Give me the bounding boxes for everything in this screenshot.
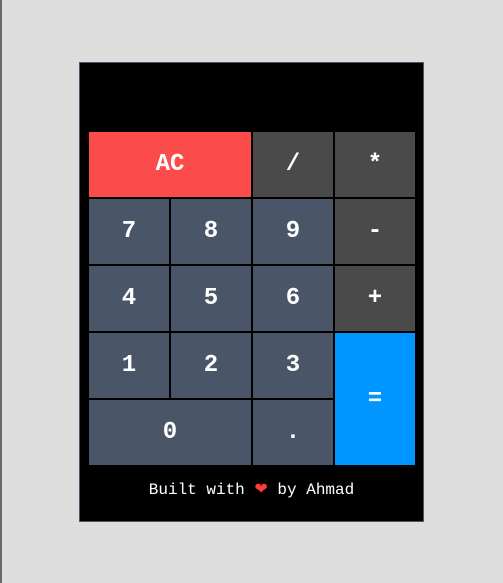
equals-button[interactable]: = <box>335 333 415 465</box>
footer-author: by Ahmad <box>277 481 355 499</box>
digit-7-button[interactable]: 7 <box>89 199 169 264</box>
subtract-button[interactable]: - <box>335 199 415 264</box>
window-edge <box>0 0 2 583</box>
footer-credit: Built with ❤ by Ahmad <box>80 471 423 507</box>
digit-1-button[interactable]: 1 <box>89 333 169 398</box>
clear-button[interactable]: AC <box>89 132 251 197</box>
digit-8-button[interactable]: 8 <box>171 199 251 264</box>
calculator: AC / * 7 8 9 - 4 5 6 + 1 2 3 = 0 . Built… <box>79 62 424 522</box>
footer-prefix: Built with <box>148 481 245 499</box>
digit-4-button[interactable]: 4 <box>89 266 169 331</box>
add-button[interactable]: + <box>335 266 415 331</box>
digit-2-button[interactable]: 2 <box>171 333 251 398</box>
multiply-button[interactable]: * <box>335 132 415 197</box>
digit-0-button[interactable]: 0 <box>89 400 251 465</box>
digit-9-button[interactable]: 9 <box>253 199 333 264</box>
digit-6-button[interactable]: 6 <box>253 266 333 331</box>
decimal-button[interactable]: . <box>253 400 333 465</box>
heart-icon: ❤ <box>254 479 268 498</box>
calculator-display <box>90 63 415 132</box>
keypad: AC / * 7 8 9 - 4 5 6 + 1 2 3 = 0 . <box>89 132 415 465</box>
digit-3-button[interactable]: 3 <box>253 333 333 398</box>
digit-5-button[interactable]: 5 <box>171 266 251 331</box>
divide-button[interactable]: / <box>253 132 333 197</box>
